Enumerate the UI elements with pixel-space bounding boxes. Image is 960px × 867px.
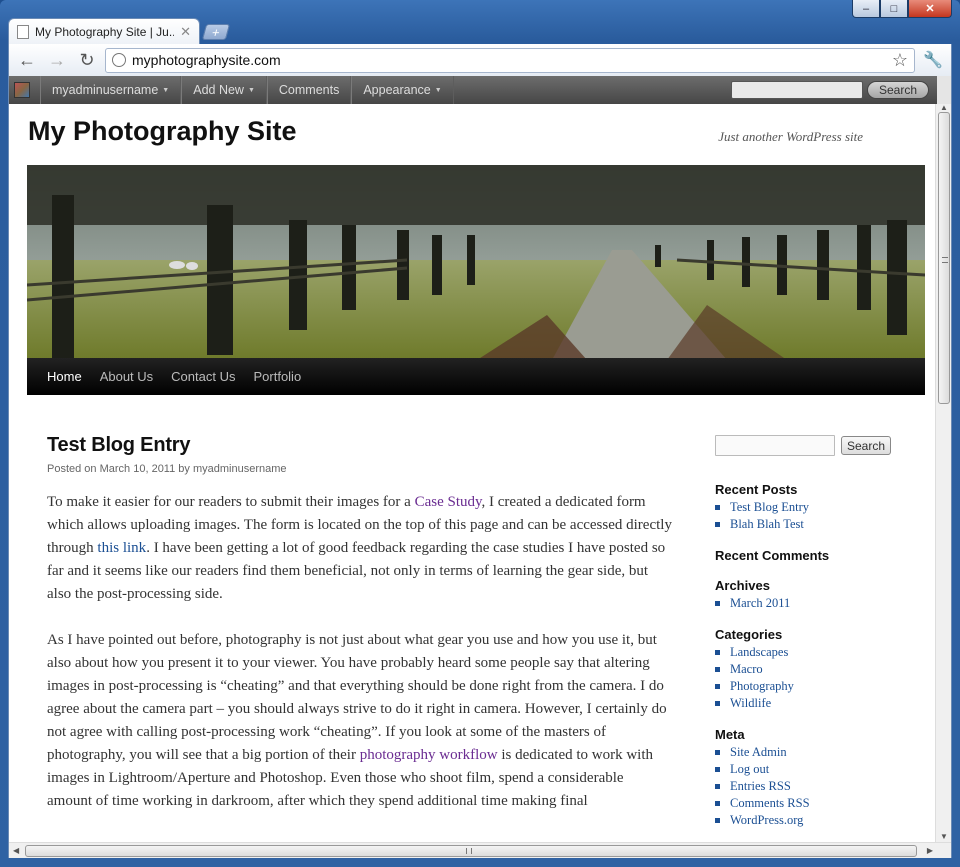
admin-search: Search (731, 81, 929, 99)
site-tagline: Just another WordPress site (718, 129, 863, 144)
horizontal-scrollbar[interactable]: ◀ ▶ (9, 842, 951, 858)
by-label: by (178, 463, 190, 475)
post-date-link[interactable]: March 10, 2011 (100, 463, 176, 475)
widget-title: Meta (715, 727, 745, 742)
tree-lined-road-image (27, 165, 925, 360)
wrench-menu-icon[interactable]: 🔧 (921, 48, 945, 72)
admin-search-button[interactable]: Search (867, 81, 929, 99)
admin-add-new-menu[interactable]: Add New ▼ (181, 76, 267, 104)
widget-categories: Categories Landscapes Macro Photography … (715, 627, 905, 712)
caret-down-icon: ▼ (247, 86, 255, 94)
nav-item-portfolio[interactable]: Portfolio (244, 369, 310, 384)
main-navigation: Home About Us Contact Us Portfolio (27, 358, 925, 395)
meta-link[interactable]: Site Admin (715, 744, 905, 761)
post-paragraph: To make it easier for our readers to sub… (47, 491, 672, 606)
post-author-link[interactable]: myadminusername (193, 463, 287, 475)
admin-appearance-label: Appearance (363, 83, 431, 97)
close-tab-icon[interactable]: ✕ (180, 24, 191, 40)
posted-on-label: Posted on (47, 463, 97, 475)
case-study-link[interactable]: Case Study (415, 494, 482, 510)
bookmark-star-icon[interactable]: ☆ (892, 50, 908, 71)
sidebar-search-input[interactable] (715, 435, 835, 456)
admin-add-new-label: Add New (193, 83, 244, 97)
admin-search-input[interactable] (731, 81, 863, 99)
nav-item-contact-us[interactable]: Contact Us (162, 369, 244, 384)
browser-window: – □ ✕ My Photography Site | Ju... ✕ + ← … (0, 0, 960, 867)
nav-item-home[interactable]: Home (38, 369, 91, 384)
new-tab-button[interactable]: + (201, 24, 231, 40)
page-icon (17, 24, 29, 39)
admin-comments-label: Comments (278, 83, 340, 97)
caret-down-icon: ▼ (162, 86, 170, 94)
recent-post-link[interactable]: Test Blog Entry (715, 499, 905, 516)
widget-title: Recent Posts (715, 482, 798, 497)
scroll-right-icon[interactable]: ▶ (927, 846, 933, 855)
scroll-down-icon[interactable]: ▼ (940, 832, 948, 841)
vertical-scroll-thumb[interactable] (938, 112, 950, 404)
tab-strip: My Photography Site | Ju... ✕ + (8, 18, 231, 44)
text-run: As I have pointed out before, photograph… (47, 632, 667, 763)
admin-user-menu[interactable]: myadminusername ▼ (40, 76, 182, 104)
meta-link[interactable]: Log out (715, 761, 905, 778)
recent-post-link[interactable]: Blah Blah Test (715, 516, 905, 533)
category-link[interactable]: Macro (715, 661, 905, 678)
window-controls: – □ ✕ (852, 0, 952, 18)
browser-tab[interactable]: My Photography Site | Ju... ✕ (8, 18, 200, 44)
admin-username: myadminusername (52, 83, 159, 97)
browser-toolbar: ← → ↻ myphotographysite.com ☆ 🔧 (8, 44, 952, 76)
maximize-icon[interactable]: □ (880, 0, 908, 18)
sidebar-search-button[interactable]: Search (841, 436, 891, 455)
meta-link[interactable]: Entries RSS (715, 778, 905, 795)
post-content-area: Test Blog Entry Posted on March 10, 2011… (47, 434, 672, 836)
site-title[interactable]: My Photography Site (28, 116, 297, 147)
category-link[interactable]: Photography (715, 678, 905, 695)
reload-icon[interactable]: ↻ (75, 48, 99, 72)
widget-title: Categories (715, 627, 783, 642)
text-run: To make it easier for our readers to sub… (47, 494, 415, 510)
post-title[interactable]: Test Blog Entry (47, 434, 672, 457)
post-body: To make it easier for our readers to sub… (47, 491, 672, 813)
photography-workflow-link[interactable]: photography workflow (360, 747, 498, 763)
widget-title: Recent Comments (715, 548, 830, 563)
grip-icon (942, 257, 948, 263)
widget-archives: Archives March 2011 (715, 578, 905, 612)
widget-title: Archives (715, 578, 770, 593)
close-window-icon[interactable]: ✕ (908, 0, 952, 18)
web-viewport: myadminusername ▼ Add New ▼ Comments App… (8, 76, 952, 858)
archive-link[interactable]: March 2011 (715, 595, 905, 612)
horizontal-scroll-thumb[interactable] (25, 845, 917, 857)
this-link-link[interactable]: this link (97, 540, 146, 556)
widget-recent-comments: Recent Comments (715, 548, 905, 563)
category-link[interactable]: Landscapes (715, 644, 905, 661)
sidebar: Search Recent Posts Test Blog Entry Blah… (715, 435, 905, 844)
admin-comments-link[interactable]: Comments (266, 76, 352, 104)
wp-admin-bar: myadminusername ▼ Add New ▼ Comments App… (9, 76, 937, 104)
post-paragraph: As I have pointed out before, photograph… (47, 629, 672, 813)
nav-item-about-us[interactable]: About Us (91, 369, 162, 384)
post-meta: Posted on March 10, 2011 by myadminusern… (47, 463, 672, 475)
scroll-up-icon[interactable]: ▲ (940, 103, 948, 112)
category-link[interactable]: Wildlife (715, 695, 905, 712)
forward-arrow-icon[interactable]: → (45, 48, 69, 72)
vertical-scrollbar[interactable]: ▲ ▼ (935, 103, 951, 842)
minimize-icon[interactable]: – (852, 0, 880, 18)
meta-link[interactable]: WordPress.org (715, 812, 905, 829)
admin-appearance-menu[interactable]: Appearance ▼ (351, 76, 454, 104)
meta-link[interactable]: Comments RSS (715, 795, 905, 812)
widget-meta: Meta Site Admin Log out Entries RSS Comm… (715, 727, 905, 829)
page-body: My Photography Site Just another WordPre… (9, 104, 937, 842)
widget-recent-posts: Recent Posts Test Blog Entry Blah Blah T… (715, 482, 905, 533)
address-bar[interactable]: myphotographysite.com ☆ (105, 47, 915, 73)
caret-down-icon: ▼ (434, 86, 442, 94)
back-arrow-icon[interactable]: ← (15, 48, 39, 72)
scroll-left-icon[interactable]: ◀ (13, 846, 19, 855)
avatar[interactable] (14, 82, 30, 98)
globe-icon (112, 53, 126, 67)
grip-icon (466, 848, 472, 854)
tab-title: My Photography Site | Ju... (35, 24, 175, 39)
address-url[interactable]: myphotographysite.com (132, 52, 886, 68)
header-image (27, 165, 925, 360)
sidebar-search: Search (715, 435, 905, 456)
